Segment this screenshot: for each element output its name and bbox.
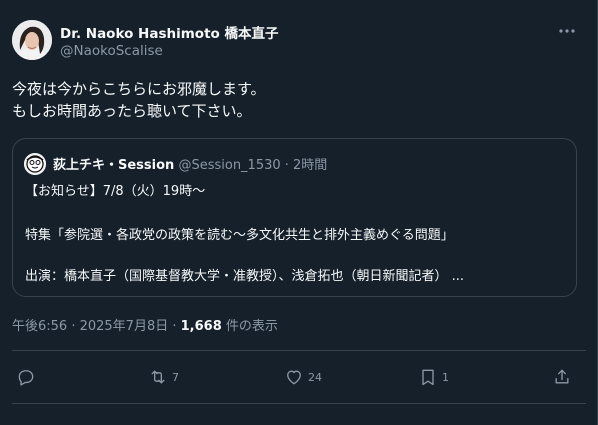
quoted-tweet-line: 出演：橋本直子（国際基督教大学・准教授）、浅倉拓也（朝日新聞記者） ...	[25, 269, 465, 284]
author-avatar[interactable]	[12, 20, 52, 60]
bookmark-icon	[422, 369, 434, 386]
tweet-timestamp-row: 午後6:56 · 2025年7月8日 · 1,668 件の表示	[12, 315, 278, 334]
author-name[interactable]: Dr. Naoko Hashimoto 橋本直子	[60, 22, 279, 42]
tweet-text-line: もしお時間あったら聴いて下さい。	[12, 102, 252, 120]
bookmark-button[interactable]: 1	[418, 366, 449, 388]
quoted-tweet-line: 特集「参院選・各政党の政策を読む～多文化共生と排外主義めぐる問題」	[25, 228, 454, 243]
like-button[interactable]: 24	[284, 366, 322, 388]
share-icon	[555, 369, 569, 384]
bookmark-count: 1	[442, 370, 449, 384]
share-button[interactable]	[552, 366, 572, 388]
tweet-timestamp[interactable]: 午後6:56 · 2025年7月8日 ·	[12, 319, 181, 334]
like-count: 24	[308, 370, 322, 384]
reply-button[interactable]	[16, 366, 40, 388]
quoted-author-name: 荻上チキ・Session	[53, 158, 175, 173]
quoted-tweet-card[interactable]: 荻上チキ・Session @Session_1530 · 2時間 【お知らせ】7…	[12, 138, 577, 297]
view-label: 件の表示	[221, 319, 278, 334]
quoted-author-avatar	[24, 153, 46, 175]
author-handle[interactable]: @NaokoScalise	[60, 43, 163, 59]
reply-icon	[18, 370, 34, 386]
divider	[12, 403, 586, 404]
tweet-detail-page: Dr. Naoko Hashimoto 橋本直子 @NaokoScalise 今…	[0, 0, 598, 425]
retweet-count: 7	[172, 370, 179, 384]
divider	[12, 350, 586, 351]
view-count: 1,668	[180, 319, 222, 334]
heart-icon	[287, 370, 301, 385]
quoted-author-handle-time: @Session_1530 · 2時間	[178, 158, 328, 173]
quoted-tweet-header: 荻上チキ・Session @Session_1530 · 2時間	[53, 154, 327, 173]
tweet-text: 今夜は今からこちらにお邪魔します。 もしお時間あったら聴いて下さい。	[12, 78, 572, 122]
quoted-tweet-line: 【お知らせ】7/8（火）19時～	[25, 184, 206, 199]
more-icon[interactable]	[556, 20, 578, 42]
tweet-text-line: 今夜は今からこちらにお邪魔します。	[12, 80, 266, 98]
retweet-icon	[151, 370, 165, 384]
retweet-button[interactable]: 7	[148, 366, 179, 388]
